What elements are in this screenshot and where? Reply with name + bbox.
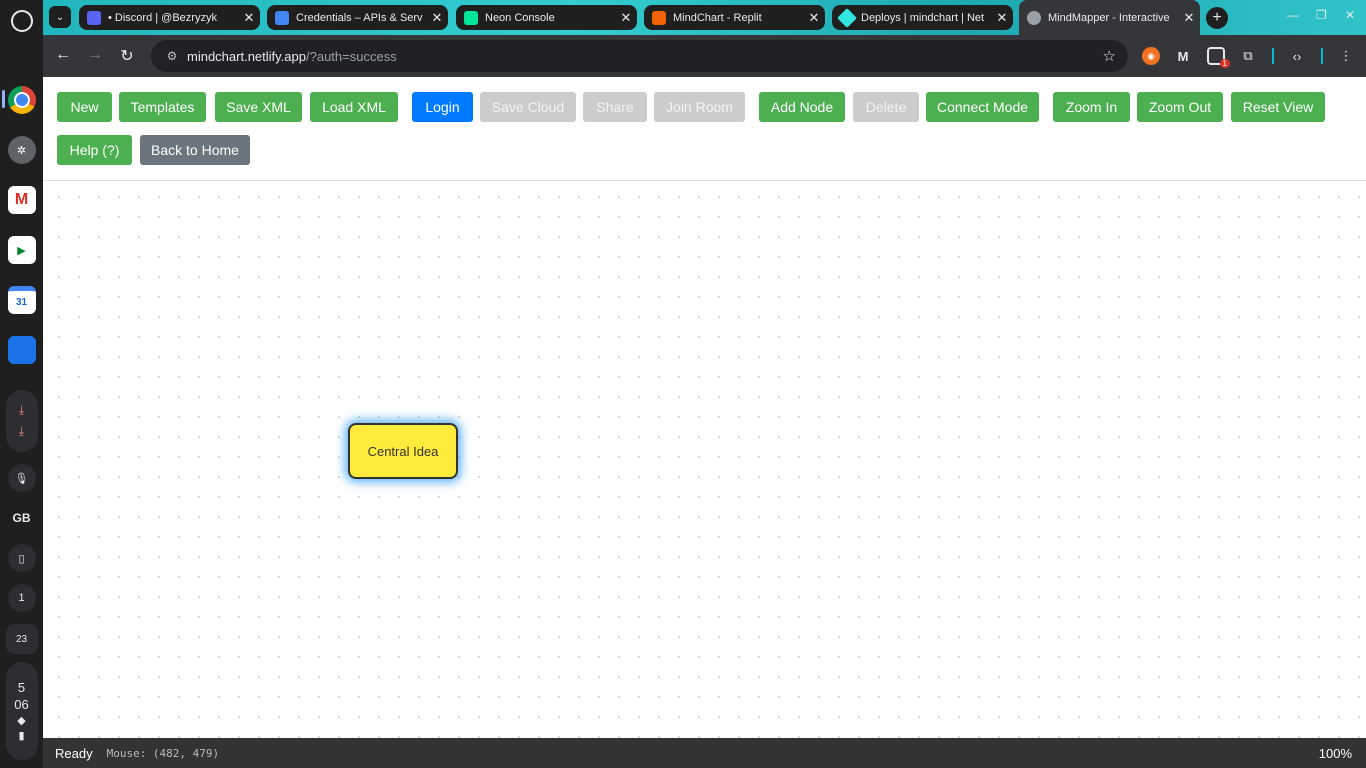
tab-title: Deploys | mindchart | Net [861, 11, 985, 24]
address-bar[interactable]: ⚙ mindchart.netlify.app /?auth=success ☆ [151, 40, 1128, 72]
tab-title: • Discord | @Bezryzyk [108, 11, 217, 24]
mindmapper-page: New Templates Save XML Load XML Login Sa… [43, 77, 1366, 768]
browser-window: ⌄ • Discord | @Bezryzyk ✕ Credentials – … [43, 0, 1366, 768]
clock-hour: 5 [17, 680, 26, 695]
holding-space[interactable]: ⤓ ⤓ [5, 390, 38, 452]
toolbar-divider [1272, 48, 1274, 64]
tab-title: MindMapper - Interactive [1048, 11, 1170, 24]
globe-icon [1027, 10, 1041, 25]
calendar-date[interactable]: 23 [5, 624, 38, 654]
app-toolbar: New Templates Save XML Load XML Login Sa… [43, 77, 1366, 181]
share-button[interactable]: Share [583, 92, 647, 122]
extension-m-icon[interactable]: M [1174, 47, 1192, 65]
extension-orange-icon[interactable]: ◉ [1142, 47, 1160, 65]
save-cloud-button[interactable]: Save Cloud [480, 92, 576, 122]
restore-icon[interactable]: ❐ [1316, 8, 1327, 22]
input-method-indicator[interactable]: GB [8, 504, 36, 532]
files-app-icon[interactable] [7, 336, 36, 364]
tab-title: Neon Console [485, 11, 555, 24]
zoom-level: 100% [1318, 745, 1352, 761]
connect-mode-button[interactable]: Connect Mode [926, 92, 1039, 122]
status-text: Ready [55, 745, 93, 761]
back-to-home-button[interactable]: Back to Home [140, 135, 250, 165]
add-node-button[interactable]: Add Node [759, 92, 845, 122]
url-path: /?auth=success [306, 48, 397, 64]
tab-strip: ⌄ • Discord | @Bezryzyk ✕ Credentials – … [43, 0, 1366, 35]
load-xml-button[interactable]: Load XML [310, 92, 398, 122]
reload-icon[interactable]: ↻ [116, 46, 138, 66]
extensions-puzzle-icon[interactable]: ⧉ [1239, 47, 1257, 65]
browser-toolbar: ← → ↻ ⚙ mindchart.netlify.app /?auth=suc… [43, 35, 1366, 77]
battery-icon: ▮ [18, 730, 25, 742]
devtools-code-icon[interactable]: ‹› [1288, 47, 1306, 65]
close-icon[interactable]: ✕ [803, 10, 825, 26]
active-app-indicator [2, 90, 5, 108]
new-tab-button[interactable]: + [1206, 7, 1228, 29]
zoom-in-button[interactable]: Zoom In [1053, 92, 1130, 122]
close-icon[interactable]: ✕ [426, 10, 448, 26]
tab-title: MindChart - Replit [673, 11, 762, 24]
extension-badge-icon[interactable]: 1 [1207, 47, 1230, 68]
login-button[interactable]: Login [412, 92, 473, 122]
url-host: mindchart.netlify.app [187, 48, 306, 64]
status-area[interactable]: 5 06 ◆ ▮ [5, 662, 38, 760]
new-button[interactable]: New [57, 92, 112, 122]
save-xml-button[interactable]: Save XML [215, 92, 302, 122]
notification-counter[interactable]: 1 [7, 584, 36, 612]
close-icon[interactable]: ✕ [238, 10, 260, 26]
phone-hub-icon[interactable]: ▯ [7, 544, 36, 572]
extension-badge-count: 1 [1219, 59, 1230, 68]
wifi-icon: ◆ [17, 715, 26, 727]
chrome-app-icon[interactable] [7, 86, 36, 114]
clock-minute: 06 [14, 697, 29, 712]
mindmap-canvas[interactable]: Central Idea [43, 181, 1366, 738]
netlify-icon [837, 7, 857, 28]
bookmark-star-icon[interactable]: ☆ [1103, 47, 1116, 65]
templates-button[interactable]: Templates [119, 92, 206, 122]
calendar-app-icon[interactable]: 31 [7, 286, 36, 314]
back-icon[interactable]: ← [52, 46, 74, 64]
api-icon [275, 10, 289, 25]
gmail-app-icon[interactable]: M [7, 186, 36, 214]
tab-search-button[interactable]: ⌄ [49, 6, 71, 28]
replit-icon [652, 10, 666, 25]
meet-app-icon[interactable]: ▶ [7, 236, 36, 264]
close-icon[interactable]: ✕ [615, 10, 637, 26]
minimize-icon[interactable]: — [1287, 8, 1299, 22]
download-icon: ⤓ [18, 424, 25, 438]
close-icon[interactable]: ✕ [991, 10, 1013, 26]
status-bar: Ready Mouse: (482, 479) 100% [43, 738, 1366, 768]
join-room-button[interactable]: Join Room [654, 92, 745, 122]
tab-discord[interactable]: • Discord | @Bezryzyk ✕ [79, 5, 260, 30]
microphone-icon[interactable]: 🎙 [7, 464, 36, 492]
mindmap-node[interactable]: Central Idea [348, 423, 458, 479]
forward-icon[interactable]: → [84, 46, 106, 64]
toolbar-divider [1321, 48, 1323, 64]
tab-title: Credentials – APIs & Serv [296, 11, 423, 24]
tab-mindmapper[interactable]: MindMapper - Interactive ✕ [1019, 0, 1200, 35]
tab-replit[interactable]: MindChart - Replit ✕ [644, 5, 825, 30]
tab-credentials[interactable]: Credentials – APIs & Serv ✕ [267, 5, 448, 30]
close-window-icon[interactable]: ✕ [1345, 8, 1355, 22]
download-icon: ⤓ [18, 403, 25, 417]
tab-neon[interactable]: Neon Console ✕ [456, 5, 637, 30]
settings-app-icon[interactable]: ✲ [7, 136, 36, 164]
neon-icon [464, 10, 478, 25]
mouse-coordinates: Mouse: (482, 479) [106, 746, 220, 760]
delete-button[interactable]: Delete [853, 92, 919, 122]
close-icon[interactable]: ✕ [1178, 10, 1200, 26]
site-info-icon[interactable]: ⚙ [157, 49, 187, 63]
tab-netlify[interactable]: Deploys | mindchart | Net ✕ [832, 5, 1013, 30]
zoom-out-button[interactable]: Zoom Out [1137, 92, 1223, 122]
launcher-button[interactable] [10, 10, 33, 32]
reset-view-button[interactable]: Reset View [1231, 92, 1325, 122]
help-button[interactable]: Help (?) [57, 135, 132, 165]
discord-icon [87, 10, 101, 25]
os-shelf: ✲ M ▶ 31 ⤓ ⤓ 🎙 GB ▯ 1 23 5 06 ◆ ▮ [0, 0, 43, 768]
menu-kebab-icon[interactable]: ⋮ [1337, 47, 1355, 65]
